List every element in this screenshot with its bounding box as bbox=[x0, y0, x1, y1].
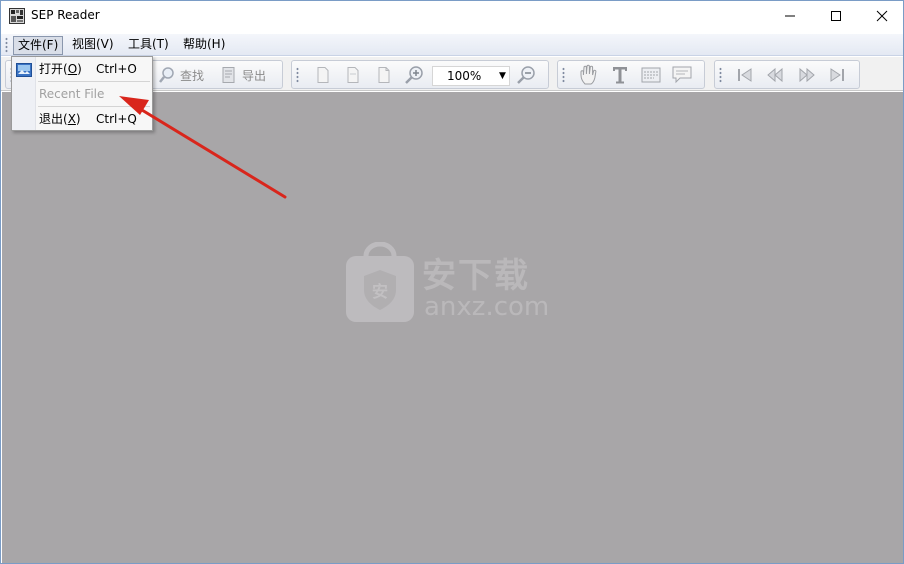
next-icon bbox=[799, 67, 815, 83]
svg-text:安: 安 bbox=[372, 282, 388, 301]
search-icon bbox=[159, 67, 174, 83]
find-button[interactable]: 查找 bbox=[158, 65, 204, 85]
previous-page-button[interactable] bbox=[765, 65, 785, 85]
next-page-button[interactable] bbox=[797, 65, 817, 85]
menu-recent-file-item: Recent File bbox=[36, 83, 152, 105]
continuous-page-button[interactable] bbox=[344, 65, 362, 85]
toolbar-grip[interactable] bbox=[296, 67, 299, 83]
menu-tools[interactable]: 工具(T) bbox=[124, 36, 173, 55]
title-bar: SEP Reader bbox=[1, 1, 903, 31]
watermark-text: 安下载 bbox=[422, 256, 530, 296]
fit-page-button[interactable] bbox=[375, 65, 393, 85]
menu-open-label: 打开(O) bbox=[39, 62, 82, 76]
first-page-button[interactable] bbox=[735, 65, 755, 85]
close-button[interactable] bbox=[859, 1, 904, 31]
menu-exit-shortcut: Ctrl+Q bbox=[96, 112, 137, 126]
comment-tool-button[interactable] bbox=[671, 65, 693, 85]
minimize-button[interactable] bbox=[767, 1, 813, 31]
app-icon bbox=[9, 8, 25, 24]
first-page-icon bbox=[738, 68, 752, 82]
menu-separator bbox=[38, 81, 150, 82]
pages-icon bbox=[347, 67, 359, 83]
menubar-grip[interactable] bbox=[5, 37, 8, 53]
menu-recent-file-label: Recent File bbox=[39, 87, 105, 101]
watermark-subtext: anxz.com bbox=[424, 292, 550, 322]
menu-view[interactable]: 视图(V) bbox=[68, 36, 118, 55]
menu-exit-label: 退出(X) bbox=[39, 112, 81, 126]
toolbar-grip[interactable] bbox=[719, 67, 722, 83]
menu-file[interactable]: 文件(F) bbox=[13, 36, 64, 55]
maximize-icon bbox=[831, 11, 841, 21]
menu-exit-item[interactable]: 退出(X) Ctrl+Q bbox=[36, 108, 152, 130]
select-area-icon bbox=[641, 67, 661, 83]
text-icon bbox=[613, 67, 627, 84]
toolbar-group-nav bbox=[714, 60, 860, 89]
comment-icon bbox=[672, 66, 692, 84]
export-label: 导出 bbox=[242, 68, 267, 83]
menu-help[interactable]: 帮助(H) bbox=[179, 36, 229, 55]
menu-open-shortcut: Ctrl+O bbox=[96, 62, 137, 76]
minimize-icon bbox=[785, 15, 795, 17]
single-page-button[interactable] bbox=[314, 65, 332, 85]
zoom-out-button[interactable] bbox=[516, 65, 536, 85]
toolbar-group-tools bbox=[557, 60, 705, 89]
shield-bag-icon: 安 bbox=[346, 242, 414, 322]
page-icon bbox=[317, 67, 329, 83]
export-button[interactable]: 导出 bbox=[220, 65, 266, 85]
last-page-button[interactable] bbox=[827, 65, 847, 85]
text-tool-button[interactable] bbox=[610, 65, 630, 85]
toolbar-group-view: 100% ▼ bbox=[291, 60, 549, 89]
document-workspace[interactable]: 安 安下载 anxz.com bbox=[2, 92, 903, 563]
app-window: SEP Reader 文件(F) 视图(V) 工具(T) 帮助(H) 查找 导出… bbox=[0, 0, 904, 564]
zoom-dropdown-button[interactable]: ▼ bbox=[495, 66, 510, 86]
chevron-down-icon: ▼ bbox=[499, 71, 506, 81]
maximize-button[interactable] bbox=[813, 1, 859, 31]
window-title: SEP Reader bbox=[31, 8, 100, 22]
menu-open-item[interactable]: 打开(O) Ctrl+O bbox=[36, 58, 152, 80]
close-icon bbox=[876, 10, 888, 22]
find-label: 查找 bbox=[180, 68, 205, 83]
open-icon bbox=[16, 63, 32, 77]
page-fit-icon bbox=[378, 67, 390, 83]
previous-icon bbox=[767, 67, 783, 83]
select-tool-button[interactable] bbox=[640, 65, 662, 85]
zoom-in-button[interactable] bbox=[404, 65, 424, 85]
zoom-out-icon bbox=[517, 66, 535, 84]
menu-bar: 文件(F) 视图(V) 工具(T) 帮助(H) bbox=[1, 34, 903, 56]
watermark: 安 安下载 anxz.com bbox=[344, 242, 564, 332]
menu-separator bbox=[38, 106, 150, 107]
hand-icon bbox=[580, 64, 597, 85]
export-icon bbox=[222, 67, 235, 83]
toolbar-grip[interactable] bbox=[562, 67, 565, 83]
zoom-in-icon bbox=[405, 66, 423, 84]
last-page-icon bbox=[830, 68, 844, 82]
hand-tool-button[interactable] bbox=[578, 64, 600, 85]
file-menu-dropdown: 打开(O) Ctrl+O Recent File 退出(X) Ctrl+Q bbox=[11, 56, 153, 131]
